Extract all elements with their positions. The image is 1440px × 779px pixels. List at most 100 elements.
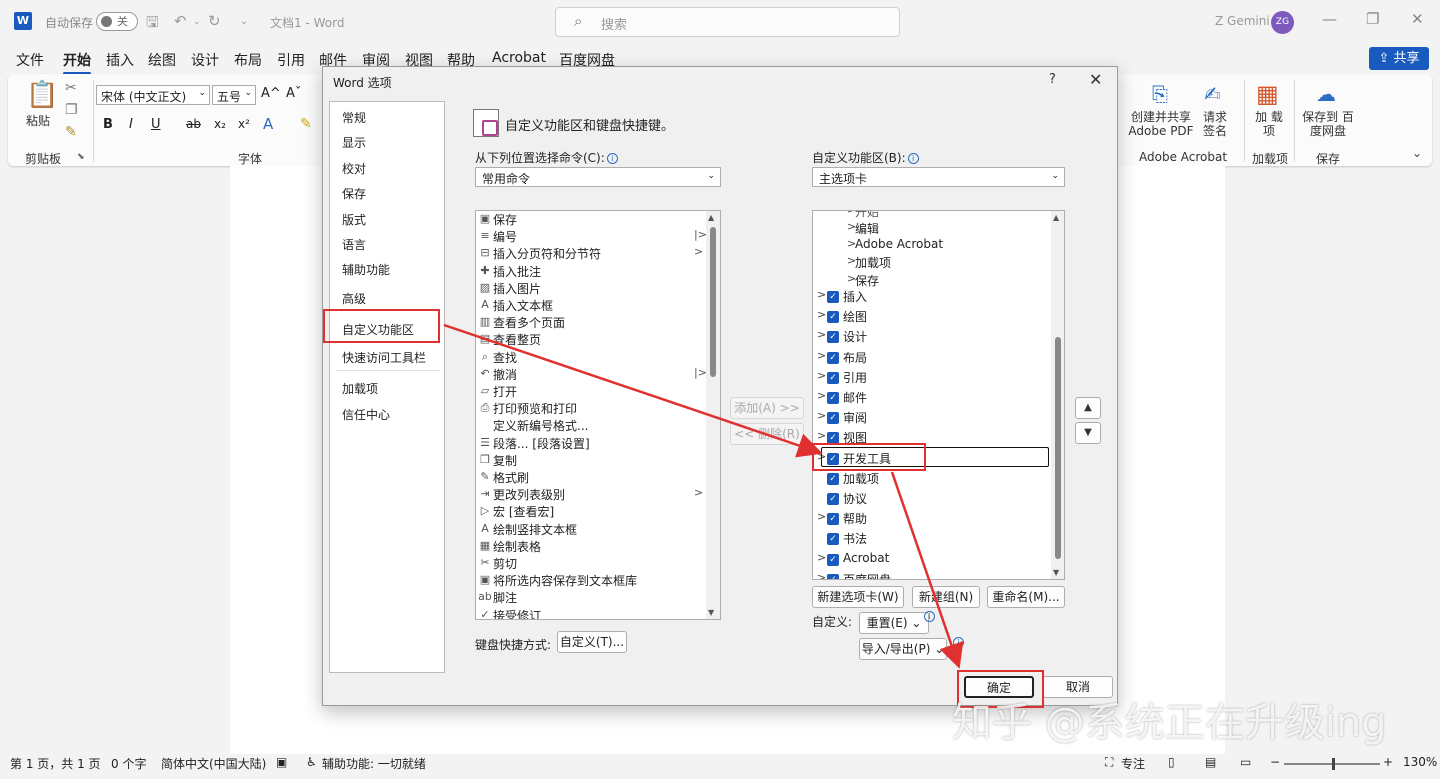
language-status[interactable]: 简体中文(中国大陆) <box>161 755 266 772</box>
chevron-right-icon[interactable]: > <box>817 429 826 442</box>
command-item[interactable]: ✂ 剪切 <box>476 555 708 572</box>
checkbox[interactable]: ✓ <box>827 573 839 579</box>
checkbox[interactable]: ✓ <box>827 311 839 324</box>
macro-record-icon[interactable]: ▣ <box>276 755 287 769</box>
help-icon[interactable]: ? <box>1049 72 1056 87</box>
keyboard-customize-button[interactable]: 自定义(T)... <box>557 631 627 653</box>
checkbox[interactable]: ✓ <box>827 331 839 344</box>
command-item[interactable]: ▦ 绘制表格 <box>476 538 708 555</box>
nav-item-advanced[interactable]: 高级 <box>342 290 366 307</box>
chevron-right-icon[interactable]: > <box>817 510 826 523</box>
nav-item-general[interactable]: 常规 <box>342 109 366 126</box>
nav-item-trust-center[interactable]: 信任中心 <box>342 406 390 423</box>
rename-button[interactable]: 重命名(M)... <box>987 586 1065 608</box>
accessibility-status[interactable]: 辅助功能: 一切就绪 <box>322 755 426 772</box>
focus-label[interactable]: 专注 <box>1121 755 1145 772</box>
tab-references[interactable]: 引用 <box>277 50 305 70</box>
nav-item-addins[interactable]: 加载项 <box>342 380 378 397</box>
close-icon[interactable]: ✕ <box>1089 70 1102 89</box>
zoom-slider-thumb[interactable] <box>1332 758 1335 770</box>
save-icon[interactable]: 🖫 <box>146 12 159 37</box>
command-item[interactable]: ▱ 打开 <box>476 383 708 400</box>
command-item[interactable]: A 绘制竖排文本框 <box>476 521 708 538</box>
tab-acrobat[interactable]: Acrobat <box>492 50 546 66</box>
choose-from-combo[interactable]: 常用命令 ⌄ <box>475 167 721 187</box>
scroll-down-icon[interactable]: ▼ <box>1053 568 1059 577</box>
print-layout-icon[interactable]: ▤ <box>1205 755 1216 769</box>
tree-scrollbar[interactable]: ▲ ▼ <box>1051 211 1064 579</box>
nav-item-typography[interactable]: 版式 <box>342 211 366 228</box>
focus-icon[interactable]: ⛶ <box>1105 755 1113 770</box>
superscript-button[interactable]: x² <box>238 117 250 131</box>
command-item[interactable]: ≡ 编号 |> <box>476 228 708 245</box>
command-item[interactable]: ▨ 插入图片 <box>476 280 708 297</box>
checkbox[interactable]: ✓ <box>827 513 839 526</box>
command-item[interactable]: 定义新编号格式... <box>476 417 708 434</box>
paste-icon[interactable]: 📋 <box>26 80 58 110</box>
grow-font-icon[interactable]: A^ <box>261 86 281 101</box>
command-item[interactable]: ▣ 保存 <box>476 211 708 228</box>
nav-item-save[interactable]: 保存 <box>342 185 366 202</box>
user-name[interactable]: Z Gemini <box>1215 14 1270 28</box>
scroll-down-icon[interactable]: ▼ <box>708 608 714 617</box>
cut-icon[interactable]: ✂ <box>65 80 77 96</box>
chevron-right-icon[interactable]: > <box>817 571 826 579</box>
chevron-right-icon[interactable]: > <box>817 288 826 301</box>
minimize-icon[interactable]: — <box>1322 10 1337 28</box>
command-item[interactable]: ab 脚注 <box>476 589 708 606</box>
baidu-cloud-icon[interactable]: ☁ <box>1316 82 1336 106</box>
checkbox[interactable]: ✓ <box>827 371 839 384</box>
customize-qat-icon[interactable]: ⌄ <box>240 16 248 27</box>
tab-design[interactable]: 设计 <box>191 50 219 70</box>
italic-button[interactable]: I <box>129 117 133 132</box>
scroll-thumb[interactable] <box>710 227 716 377</box>
zoom-in-icon[interactable]: + <box>1383 755 1393 769</box>
bold-button[interactable]: B <box>103 117 113 132</box>
zoom-out-icon[interactable]: − <box>1270 755 1280 769</box>
chevron-right-icon[interactable]: > <box>817 551 826 564</box>
ribbon-tree[interactable]: >开始 >编辑>Adobe Acrobat>加载项>保存 >✓插入>✓绘图>✓设… <box>812 210 1065 580</box>
chevron-right-icon[interactable]: > <box>817 409 826 422</box>
chevron-right-icon[interactable]: > <box>817 328 826 341</box>
subscript-button[interactable]: x₂ <box>214 117 226 131</box>
command-item[interactable]: ✎ 格式刷 <box>476 469 708 486</box>
page-count[interactable]: 第 1 页，共 1 页 <box>10 755 101 772</box>
tab-draw[interactable]: 绘图 <box>148 50 176 70</box>
text-effects-button[interactable]: A <box>263 115 273 133</box>
zoom-level[interactable]: 130% <box>1403 755 1437 769</box>
tab-layout[interactable]: 布局 <box>234 50 262 70</box>
search-box[interactable]: ⌕ 搜索 <box>555 7 900 37</box>
nav-item-display[interactable]: 显示 <box>342 134 366 151</box>
nav-item-quick-access[interactable]: 快速访问工具栏 <box>342 349 426 366</box>
zoom-slider[interactable] <box>1284 758 1380 770</box>
scroll-thumb[interactable] <box>1055 337 1061 559</box>
tab-file[interactable]: 文件 <box>16 50 44 70</box>
request-signature-button[interactable]: 请求 签名 <box>1198 110 1232 138</box>
underline-button[interactable]: U <box>151 117 161 132</box>
command-item[interactable]: ⊟ 插入分页符和分节符 > <box>476 245 708 262</box>
checkbox[interactable]: ✓ <box>827 533 839 546</box>
command-item[interactable]: ✓ 接受修订 <box>476 607 708 619</box>
checkbox[interactable]: ✓ <box>827 472 839 485</box>
font-name-combo[interactable]: 宋体 (中文正文) ⌄ <box>96 85 210 105</box>
remove-button[interactable]: << 删除(R) <box>730 423 804 445</box>
read-mode-icon[interactable]: ▯ <box>1168 755 1175 769</box>
redo-icon[interactable]: ↻ <box>208 12 221 30</box>
addins-button[interactable]: 加 载项 <box>1252 110 1286 138</box>
checkbox[interactable]: ✓ <box>827 351 839 364</box>
paste-label[interactable]: 粘贴 <box>26 112 50 129</box>
move-down-button[interactable]: ▼ <box>1075 422 1101 444</box>
copy-icon[interactable]: ❐ <box>65 102 78 118</box>
chevron-right-icon[interactable]: > <box>817 369 826 382</box>
commands-list[interactable]: ▣ 保存 ≡ 编号 |> ⊟ 插入分页符和分节符 > ✚ 插入批注 ▨ 插入图片 A 插入文本框 ▥ 查看多个… <box>475 210 721 620</box>
chevron-right-icon[interactable]: > <box>817 308 826 321</box>
command-item[interactable]: ▤ 查看整页 <box>476 331 708 348</box>
tab-insert[interactable]: 插入 <box>106 50 134 70</box>
create-pdf-button[interactable]: 创建并共享 Adobe PDF <box>1126 110 1196 138</box>
command-item[interactable]: ⇥ 更改列表级别 > <box>476 486 708 503</box>
commands-scrollbar[interactable]: ▲ ▼ <box>706 211 720 619</box>
share-button[interactable]: ⇪ 共享 <box>1369 47 1429 70</box>
move-up-button[interactable]: ▲ <box>1075 397 1101 419</box>
checkbox[interactable]: ✓ <box>827 291 839 303</box>
command-item[interactable]: A 插入文本框 <box>476 297 708 314</box>
